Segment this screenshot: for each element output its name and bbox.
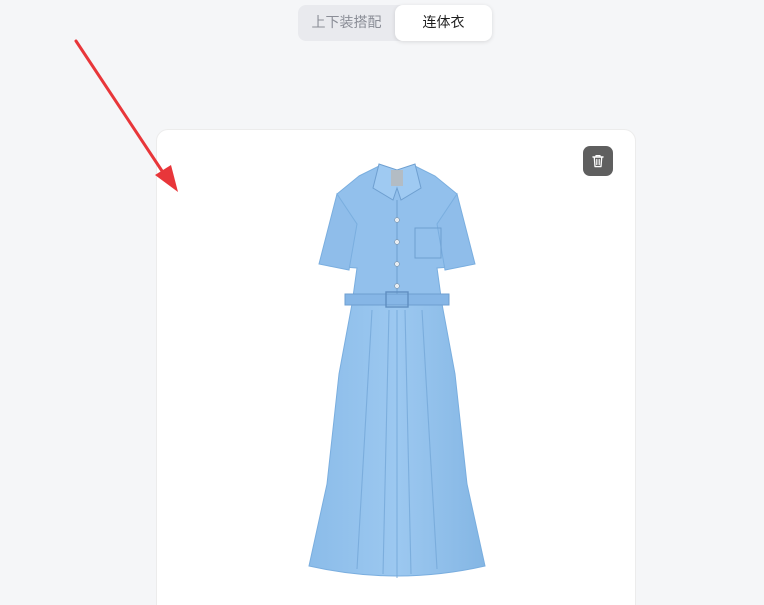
garment-type-toggle: 上下装搭配 连体衣 xyxy=(298,5,492,41)
garment-image xyxy=(297,154,497,584)
tab-one-piece[interactable]: 连体衣 xyxy=(395,5,492,41)
trash-icon xyxy=(592,154,604,168)
stage: 上下装搭配 连体衣 xyxy=(0,0,764,605)
delete-button[interactable] xyxy=(583,146,613,176)
dress-illustration xyxy=(308,163,486,578)
garment-card xyxy=(156,129,636,605)
tab-top-bottom-combo[interactable]: 上下装搭配 xyxy=(298,5,395,41)
